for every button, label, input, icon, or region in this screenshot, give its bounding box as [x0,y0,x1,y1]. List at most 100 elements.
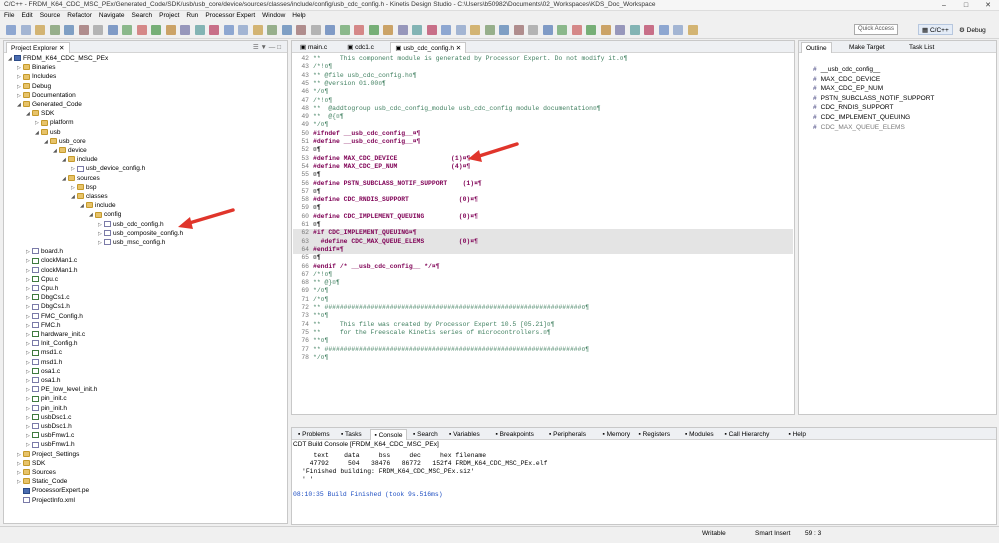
outline-item[interactable]: # CDC_MAX_QUEUE_ELEMS [813,123,905,132]
outline-tab[interactable]: Make Target [845,42,889,53]
toolbar-tool-icon[interactable] [20,25,31,35]
tree-item[interactable]: ▷ Cpu.c [26,275,58,284]
tree-item[interactable]: ▷ clockMan1.h [26,266,78,275]
tree-item[interactable]: ▷ usb_cdc_config.h [98,220,164,229]
outline-item[interactable]: # __usb_cdc_config__ [813,65,880,74]
menu-navigate[interactable]: Navigate [99,11,125,21]
toolbar-tool-icon[interactable] [151,25,161,35]
toolbar-tool-icon[interactable] [180,25,190,35]
tree-item[interactable]: ◢ config [89,210,121,219]
close-button[interactable]: ✕ [977,0,999,11]
toolbar-tool-icon[interactable] [354,25,364,35]
tree-item[interactable]: ◢ SDK [26,109,54,118]
tree-item[interactable]: ◢ classes [71,192,108,201]
tree-item[interactable]: ▷ Documentation [17,91,76,100]
toolbar-tool-icon[interactable] [542,25,553,35]
tree-item[interactable]: ▷ osa1.c [26,367,60,376]
toolbar-tool-icon[interactable] [267,25,277,35]
tree-item[interactable]: ▷ Project_Settings [17,450,79,459]
tree-item[interactable]: ▷ usb_composite_config.h [98,229,183,238]
maximize-button[interactable]: □ [955,0,977,11]
close-tab-icon[interactable]: ✕ [454,45,461,52]
toolbar-tool-icon[interactable] [78,25,89,35]
outline-item[interactable]: # CDC_IMPLEMENT_QUEUING [813,113,910,122]
bottom-tab[interactable]: ▪ Tasks [337,429,366,440]
menu-help[interactable]: Help [292,11,305,21]
toolbar-tool-icon[interactable] [426,25,437,35]
tree-item[interactable]: ▷ hardware_init.c [26,330,85,339]
view-menu-icon[interactable]: ☰ ▼ — □ [253,43,281,51]
outline-item[interactable]: # CDC_RNDIS_SUPPORT [813,103,893,112]
toolbar-tool-icon[interactable] [484,25,495,35]
tree-item[interactable]: ▷ msd1.h [26,358,62,367]
toolbar-tool-icon[interactable] [441,25,451,35]
tree-item[interactable]: ▷ DbgCs1.h [26,302,70,311]
toolbar-tool-icon[interactable] [6,25,16,35]
tree-item[interactable]: ▷ usbFmw1.h [26,440,75,449]
bottom-tab[interactable]: ▪ Modules [681,429,718,440]
quick-access-input[interactable]: Quick Access [854,24,898,35]
editor-tab[interactable]: ▣ cdc1.c [343,42,378,53]
tree-item[interactable]: ◢ include [80,201,116,210]
tree-item[interactable]: ▷ usbFmw1.c [26,431,74,440]
bottom-tab[interactable]: ▪ Help [785,429,810,440]
toolbar-tool-icon[interactable] [600,25,611,35]
tree-item[interactable]: ▷ PE_low_level_init.h [26,385,97,394]
perspective-cpp-button[interactable]: ▦ C/C++ [918,24,953,35]
tree-item[interactable]: ▷ osa1.h [26,376,61,385]
tree-item[interactable]: ◢ FRDM_K64_CDC_MSC_PEx [8,54,108,63]
bottom-tab[interactable]: ▪ Search [409,429,442,440]
toolbar-tool-icon[interactable] [368,25,379,35]
tree-item[interactable]: ◢ sources [62,174,100,183]
tree-item[interactable]: ▷ platform [35,118,73,127]
tree-item[interactable]: ▷ pin_init.c [26,394,67,403]
tree-item[interactable]: ▷ Debug [17,82,51,91]
tree-item[interactable]: ▷ SDK [17,459,45,468]
tree-item[interactable]: ◢ include [62,155,98,164]
toolbar-tool-icon[interactable] [499,25,509,35]
tree-item[interactable]: ◢ usb [35,128,60,137]
tree-item[interactable]: ▷ usbDsc1.h [26,422,72,431]
toolbar-tool-icon[interactable] [35,25,45,35]
outline-tab[interactable]: Outline [801,42,832,53]
menu-window[interactable]: Window [262,11,285,21]
toolbar-tool-icon[interactable] [412,25,422,35]
tree-item[interactable]: ▷ usb_device_config.h [71,164,145,173]
toolbar-tool-icon[interactable] [281,25,292,35]
tree-item[interactable]: ◢ usb_core [44,137,86,146]
toolbar-tool-icon[interactable] [383,25,393,35]
toolbar-tool-icon[interactable] [107,25,118,35]
toolbar-tool-icon[interactable] [64,25,74,35]
menu-file[interactable]: File [4,11,14,21]
tree-item[interactable]: ▷ Init_Config.h [26,339,78,348]
bottom-tab[interactable]: ▪ Variables [445,429,484,440]
outline-tab[interactable]: Task List [905,42,938,53]
menu-source[interactable]: Source [40,11,61,21]
toolbar-tool-icon[interactable] [687,25,698,35]
tree-item[interactable]: ▷ DbgCs1.c [26,293,70,302]
toolbar-tool-icon[interactable] [513,25,524,35]
menu-edit[interactable]: Edit [21,11,32,21]
toolbar-tool-icon[interactable] [165,25,176,35]
tree-item[interactable]: ▷ usbDsc1.c [26,413,71,422]
editor-tab[interactable]: ▣ usb_cdc_config.h ✕ [390,42,467,53]
toolbar-tool-icon[interactable] [629,25,640,35]
bottom-tab[interactable]: ▪ Registers [635,429,675,440]
tree-item[interactable]: ◢ device [53,146,87,155]
toolbar-tool-icon[interactable] [93,25,103,35]
editor-tab[interactable]: ▣ main.c [296,42,331,53]
tree-item[interactable]: ◢ Generated_Code [17,100,82,109]
tree-item[interactable]: ▷ msd1.c [26,348,62,357]
toolbar-tool-icon[interactable] [223,25,234,35]
perspective-debug-button[interactable]: ⚙ Debug [955,24,990,35]
tree-item[interactable]: ▷ Static_Code [17,477,67,486]
tree-item[interactable]: ProcessorExpert.pe [17,486,89,495]
menu-run[interactable]: Run [186,11,198,21]
tab-project-explorer[interactable]: Project Explorer ✕ [6,42,70,53]
toolbar-tool-icon[interactable] [470,25,480,35]
toolbar-tool-icon[interactable] [310,25,321,35]
toolbar-tool-icon[interactable] [238,25,248,35]
tree-item[interactable]: ▷ FMC.h [26,321,61,330]
tree-item[interactable]: ▷ Includes [17,72,56,81]
toolbar-tool-icon[interactable] [296,25,306,35]
